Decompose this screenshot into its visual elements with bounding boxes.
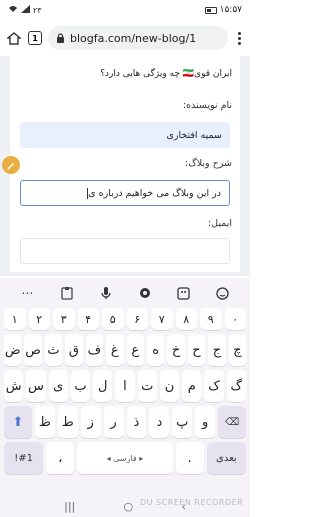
letter-key[interactable]: غ — [106, 334, 124, 366]
next-key[interactable]: بعدی — [206, 442, 246, 474]
letter-key[interactable]: ر — [103, 406, 124, 438]
letter-row-3: ⬆ ظ ط ز ر ذ د پ و ⌫ — [0, 406, 250, 438]
symbols-key[interactable]: !#1 — [4, 442, 44, 474]
battery-icon — [204, 6, 217, 14]
digit-key[interactable]: ۸ — [175, 308, 197, 330]
letter-key[interactable]: ذ — [126, 406, 147, 438]
backspace-key[interactable]: ⌫ — [218, 406, 246, 438]
text-caret — [87, 187, 89, 199]
letter-key[interactable]: د — [149, 406, 170, 438]
sticker-icon[interactable] — [174, 283, 194, 303]
digit-row: ۱۲۳۴۵۶۷۸۹۰ — [0, 308, 250, 330]
digit-key[interactable]: ۹ — [200, 308, 222, 330]
settings-icon[interactable] — [135, 283, 155, 303]
emoji-icon[interactable] — [213, 283, 233, 303]
address-bar[interactable]: blogfa.com/new-blog/1 — [48, 26, 228, 50]
letter-key[interactable]: پ — [172, 406, 193, 438]
digit-key[interactable]: ۴ — [77, 308, 99, 330]
digit-key[interactable]: ۵ — [102, 308, 124, 330]
letter-key[interactable]: ه — [146, 334, 165, 366]
description-field[interactable]: در این وبلاگ می خواهیم درباره ی — [20, 180, 230, 206]
edit-pencil-icon[interactable] — [2, 156, 20, 174]
status-time: ۱۵:۵۷ — [219, 5, 242, 15]
letter-key[interactable]: ث — [44, 334, 63, 366]
letter-key[interactable]: ط — [57, 406, 78, 438]
status-extra: ۲۳ — [33, 5, 42, 15]
letter-key[interactable]: گ — [226, 370, 246, 402]
letter-key[interactable]: ل — [93, 370, 113, 402]
digit-key[interactable]: ۲ — [28, 308, 50, 330]
lock-icon — [57, 33, 64, 43]
letter-key[interactable]: ت — [137, 370, 157, 402]
home-button[interactable]: ○ — [124, 500, 134, 513]
status-icons: ۲۳ — [8, 5, 42, 15]
keyboard-toolbar: ⋯ — [0, 278, 250, 308]
author-label: نام نویسنده: — [182, 100, 232, 111]
description-value: در این وبلاگ می خواهیم درباره ی — [88, 187, 221, 199]
letter-key[interactable]: چ — [228, 334, 247, 366]
letter-key[interactable]: ن — [159, 370, 180, 402]
more-options-icon[interactable]: ⋯ — [18, 283, 38, 303]
letter-key[interactable]: ک — [204, 370, 224, 402]
digit-key[interactable]: ۶ — [126, 308, 148, 330]
home-icon[interactable] — [6, 30, 22, 46]
question-text: ایران قوی🇮🇷 چه ویژگی هایی دارد؟ — [100, 69, 232, 79]
letter-key[interactable]: ش — [4, 370, 24, 402]
letter-key[interactable]: و — [195, 406, 216, 438]
letter-key[interactable]: ب — [70, 370, 91, 402]
letter-key[interactable]: ظ — [34, 406, 55, 438]
onscreen-keyboard: ⋯ ۱۲۳۴۵۶۷۸۹۰ ضصثقفغعهخحجچ شسیبلاتنمکگ ⬆ … — [0, 278, 250, 495]
letter-key[interactable]: ز — [80, 406, 101, 438]
letter-key[interactable]: ی — [48, 370, 68, 402]
mic-icon[interactable] — [96, 283, 116, 303]
letter-key[interactable]: ح — [187, 334, 206, 366]
letter-row-1: ضصثقفغعهخحجچ — [0, 334, 250, 366]
author-field[interactable]: سمیه افتخاری — [20, 122, 230, 148]
letter-key[interactable]: ف — [85, 334, 104, 366]
browser-toolbar: 1 blogfa.com/new-blog/1 — [0, 22, 250, 54]
new-blog-form: ایران قوی🇮🇷 چه ویژگی هایی دارد؟ نام نویس… — [10, 56, 240, 272]
web-page: ایران قوی🇮🇷 چه ویژگی هایی دارد؟ نام نویس… — [0, 56, 250, 276]
digit-key[interactable]: ۷ — [151, 308, 173, 330]
url-text: blogfa.com/new-blog/1 — [70, 31, 197, 45]
recent-apps-button[interactable]: ||| — [64, 500, 75, 513]
tab-switcher-button[interactable]: 1 — [28, 31, 42, 45]
letter-key[interactable]: خ — [167, 334, 185, 366]
shift-key[interactable]: ⬆ — [4, 406, 32, 438]
description-label: شرح وبلاگ: — [185, 158, 232, 169]
letter-key[interactable]: م — [182, 370, 202, 402]
letter-key[interactable]: ج — [208, 334, 226, 366]
letter-key[interactable]: ق — [65, 334, 83, 366]
email-field[interactable] — [20, 238, 230, 264]
letter-key[interactable]: ض — [3, 334, 22, 366]
email-label: ایمیل: — [207, 218, 232, 229]
letter-key[interactable]: س — [26, 370, 46, 402]
wifi-icon — [8, 5, 18, 15]
space-key[interactable]: ◂ فارسی ▸ — [77, 442, 173, 474]
letter-key[interactable]: ا — [115, 370, 135, 402]
digit-key[interactable]: ۱ — [4, 308, 26, 330]
digit-key[interactable]: ۰ — [224, 308, 246, 330]
comma-key[interactable]: ، — [46, 442, 75, 474]
bottom-row: !#1 ، ◂ فارسی ▸ . بعدی — [0, 442, 250, 474]
browser-menu-icon[interactable] — [234, 31, 244, 45]
status-bar: ۲۳ ۱۵:۵۷ — [0, 0, 250, 20]
digit-key[interactable]: ۳ — [53, 308, 75, 330]
letter-key[interactable]: ص — [24, 334, 42, 366]
letter-row-2: شسیبلاتنمکگ — [0, 370, 250, 402]
period-key[interactable]: . — [175, 442, 204, 474]
clipboard-icon[interactable] — [57, 283, 77, 303]
signal-icon — [21, 5, 30, 15]
recorder-watermark: DU SCREEN RECORDER — [140, 498, 244, 507]
letter-key[interactable]: ع — [126, 334, 144, 366]
